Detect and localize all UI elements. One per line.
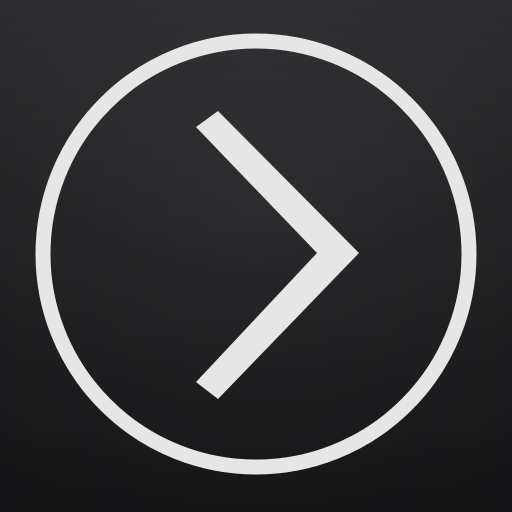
- app-icon[interactable]: [0, 0, 512, 512]
- app-icon-graphic: [0, 0, 512, 512]
- icon-vignette: [0, 0, 512, 512]
